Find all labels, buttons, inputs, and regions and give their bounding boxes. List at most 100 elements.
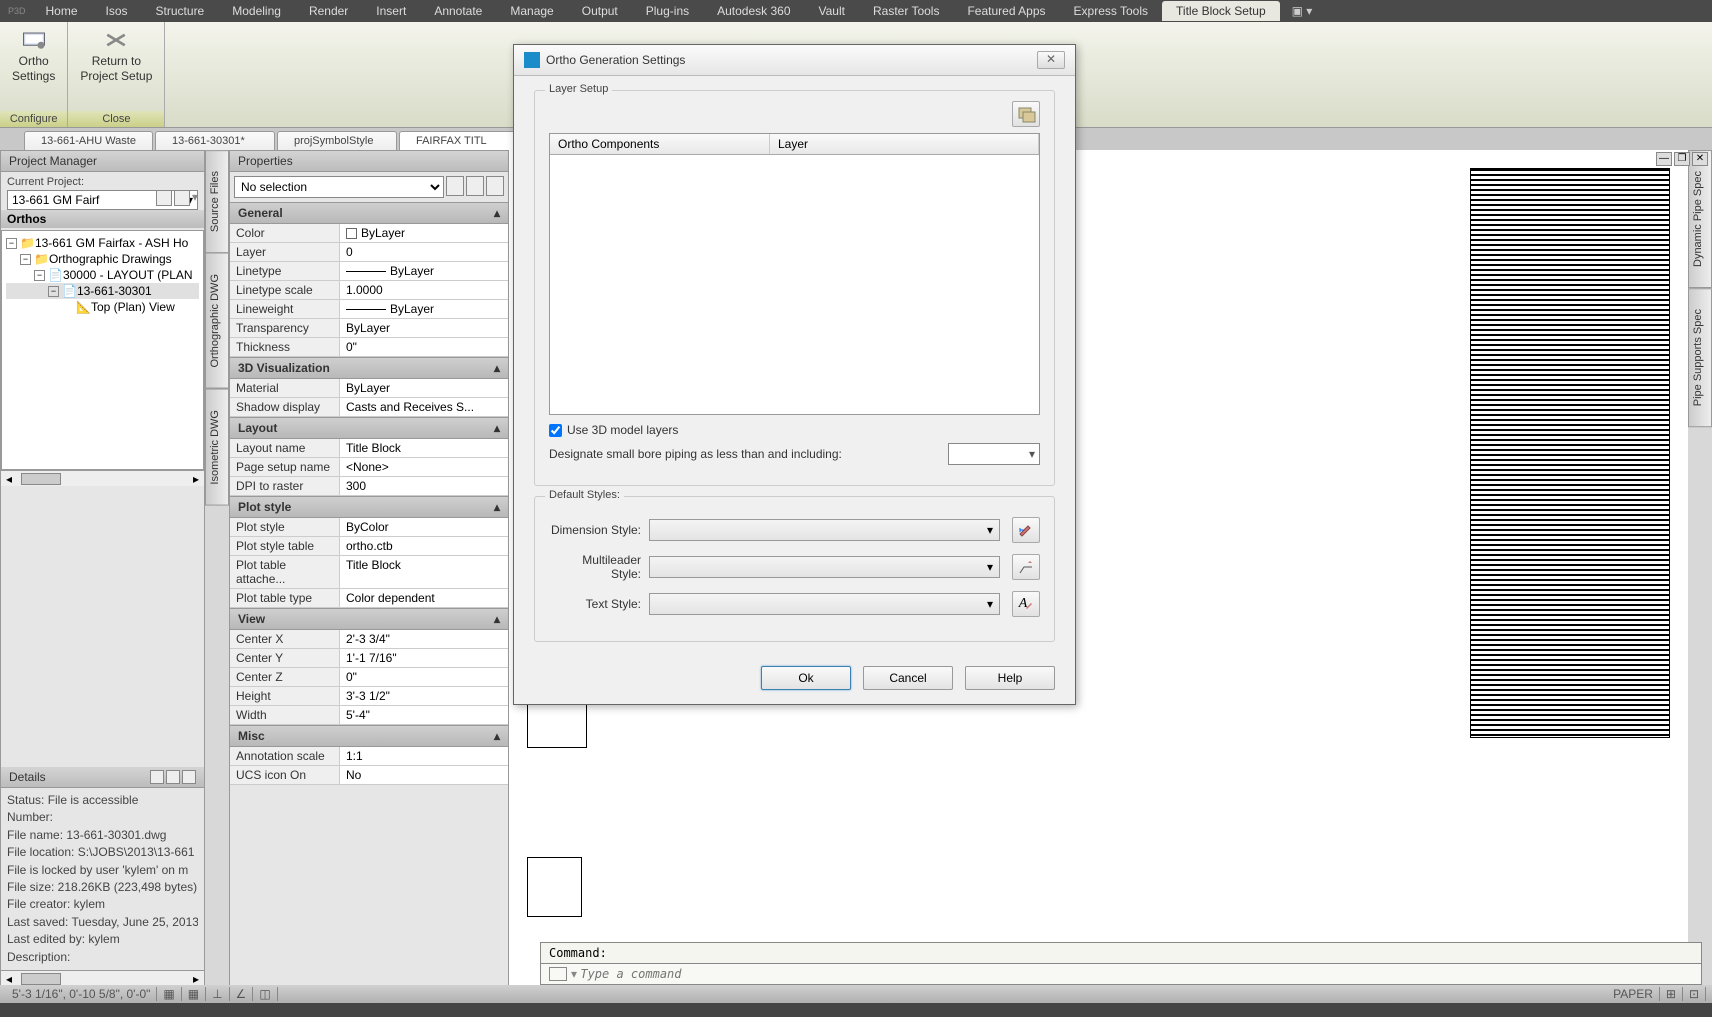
collapse-icon[interactable]: ▴: [494, 361, 500, 375]
sidetab-iso[interactable]: Isometric DWG: [205, 389, 229, 506]
status-btn[interactable]: ▦: [157, 987, 181, 1001]
group-misc[interactable]: Misc: [238, 729, 265, 743]
prop-pstb-v[interactable]: ortho.ctb: [340, 537, 508, 555]
return-to-project-button[interactable]: Return toProject Setup: [76, 26, 156, 86]
prop-cy-v[interactable]: 1'-1 7/16": [340, 649, 508, 667]
details-ctrl-1[interactable]: [150, 770, 164, 784]
tree-n4[interactable]: Top (Plan) View: [91, 300, 175, 314]
dialog-close-button[interactable]: ✕: [1037, 51, 1065, 69]
tree-toggle-icon[interactable]: −: [6, 238, 17, 249]
collapse-icon[interactable]: ▴: [494, 421, 500, 435]
cancel-button[interactable]: Cancel: [863, 666, 953, 690]
command-input[interactable]: [580, 967, 1693, 981]
prop-ui-v[interactable]: No: [340, 766, 508, 784]
txt-style-edit-button[interactable]: A: [1012, 591, 1040, 617]
doctab-0[interactable]: 13-661-AHU Waste: [24, 131, 153, 150]
details-ctrl-3[interactable]: [182, 770, 196, 784]
status-btn[interactable]: ⊡: [1683, 987, 1706, 1001]
ortho-settings-button[interactable]: OrthoSettings: [8, 26, 59, 86]
collapse-icon[interactable]: ▴: [494, 729, 500, 743]
txt-style-combo[interactable]: ▾: [649, 593, 1000, 615]
tab-titleblock[interactable]: Title Block Setup: [1162, 1, 1280, 21]
help-button[interactable]: Help: [965, 666, 1055, 690]
scroll-left-icon[interactable]: ◂: [1, 472, 17, 486]
pm-toolbtn-dd[interactable]: ▾: [192, 190, 198, 206]
doctab-1[interactable]: 13-661-30301*: [155, 131, 275, 150]
group-viz[interactable]: 3D Visualization: [238, 361, 330, 375]
status-btn[interactable]: ⊞: [1660, 987, 1683, 1001]
prop-lt-v[interactable]: ByLayer: [340, 262, 508, 280]
command-icon[interactable]: [549, 967, 567, 981]
tab-home[interactable]: Home: [32, 1, 92, 21]
collapse-icon[interactable]: ▴: [494, 612, 500, 626]
prop-cz-v[interactable]: 0": [340, 668, 508, 686]
doctab-3[interactable]: FAIRFAX TITL: [399, 131, 519, 150]
scroll-right-icon[interactable]: ▸: [188, 972, 204, 986]
rsidetab-supports[interactable]: Pipe Supports Spec: [1688, 288, 1712, 427]
collapse-icon[interactable]: ▴: [494, 500, 500, 514]
prop-mat-v[interactable]: ByLayer: [340, 379, 508, 397]
tab-annotate[interactable]: Annotate: [420, 1, 496, 21]
tab-output[interactable]: Output: [568, 1, 632, 21]
prop-tr-v[interactable]: ByLayer: [340, 319, 508, 337]
tab-modeling[interactable]: Modeling: [218, 1, 295, 21]
layer-setup-button[interactable]: [1012, 101, 1040, 127]
pm-toolbtn-2[interactable]: [174, 190, 190, 206]
sidetab-source[interactable]: Source Files: [205, 150, 229, 253]
scroll-thumb[interactable]: [21, 973, 61, 985]
ribbon-minimize-icon[interactable]: ▣ ▾: [1280, 4, 1325, 18]
prop-dpi-v[interactable]: 300: [340, 477, 508, 495]
tab-express[interactable]: Express Tools: [1060, 1, 1162, 21]
collapse-icon[interactable]: ▴: [494, 206, 500, 220]
pm-toolbtn-1[interactable]: [156, 190, 172, 206]
rsidetab-dynamic[interactable]: Dynamic Pipe Spec: [1688, 150, 1712, 288]
prop-ln-v[interactable]: Title Block: [340, 439, 508, 457]
col-ortho-components[interactable]: Ortho Components: [550, 134, 770, 154]
group-general[interactable]: General: [238, 206, 283, 220]
prop-th-v[interactable]: 0": [340, 338, 508, 356]
prop-h-v[interactable]: 3'-3 1/2": [340, 687, 508, 705]
tab-plugins[interactable]: Plug-ins: [632, 1, 703, 21]
col-layer[interactable]: Layer: [770, 134, 1039, 154]
mdi-minimize-icon[interactable]: —: [1656, 152, 1672, 166]
prop-pta-v[interactable]: Title Block: [340, 556, 508, 588]
scroll-left-icon[interactable]: ◂: [1, 972, 17, 986]
selection-combo[interactable]: No selection: [234, 176, 444, 198]
ok-button[interactable]: Ok: [761, 666, 851, 690]
tab-vault[interactable]: Vault: [805, 1, 859, 21]
status-btn[interactable]: ◫: [253, 987, 277, 1001]
sidetab-ortho[interactable]: Orthographic DWG: [205, 253, 229, 389]
status-paper[interactable]: PAPER: [1607, 987, 1660, 1001]
props-tool-2[interactable]: [466, 176, 484, 196]
prop-as-v[interactable]: 1:1: [340, 747, 508, 765]
prop-pst-v[interactable]: ByColor: [340, 518, 508, 536]
tree-toggle-icon[interactable]: −: [48, 286, 59, 297]
ml-style-edit-button[interactable]: [1012, 554, 1040, 580]
use-3d-checkbox[interactable]: [549, 424, 562, 437]
status-btn[interactable]: ⊥: [206, 987, 229, 1001]
tree-toggle-icon[interactable]: −: [34, 270, 45, 281]
prop-ps-v[interactable]: <None>: [340, 458, 508, 476]
status-btn[interactable]: ∠: [230, 987, 254, 1001]
prop-cx-v[interactable]: 2'-3 3/4": [340, 630, 508, 648]
tab-featured[interactable]: Featured Apps: [953, 1, 1059, 21]
prop-ptt-v[interactable]: Color dependent: [340, 589, 508, 607]
project-tree[interactable]: −📁 13-661 GM Fairfax - ASH Ho −📁 Orthogr…: [1, 230, 204, 470]
props-tool-1[interactable]: [446, 176, 464, 196]
small-bore-combo[interactable]: ▾: [948, 443, 1040, 465]
tab-structure[interactable]: Structure: [142, 1, 219, 21]
scroll-thumb[interactable]: [21, 473, 61, 485]
ml-style-combo[interactable]: ▾: [649, 556, 1000, 578]
props-tool-3[interactable]: [486, 176, 504, 196]
tab-render[interactable]: Render: [295, 1, 362, 21]
group-plot[interactable]: Plot style: [238, 500, 291, 514]
tab-autodesk360[interactable]: Autodesk 360: [703, 1, 804, 21]
details-ctrl-2[interactable]: [166, 770, 180, 784]
tree-n2[interactable]: 30000 - LAYOUT (PLAN: [63, 268, 193, 282]
scroll-right-icon[interactable]: ▸: [188, 472, 204, 486]
group-layout[interactable]: Layout: [238, 421, 277, 435]
dim-style-combo[interactable]: ▾: [649, 519, 1000, 541]
tree-n3[interactable]: 13-661-30301: [77, 284, 152, 298]
tab-raster[interactable]: Raster Tools: [859, 1, 953, 21]
prop-sh-v[interactable]: Casts and Receives S...: [340, 398, 508, 416]
